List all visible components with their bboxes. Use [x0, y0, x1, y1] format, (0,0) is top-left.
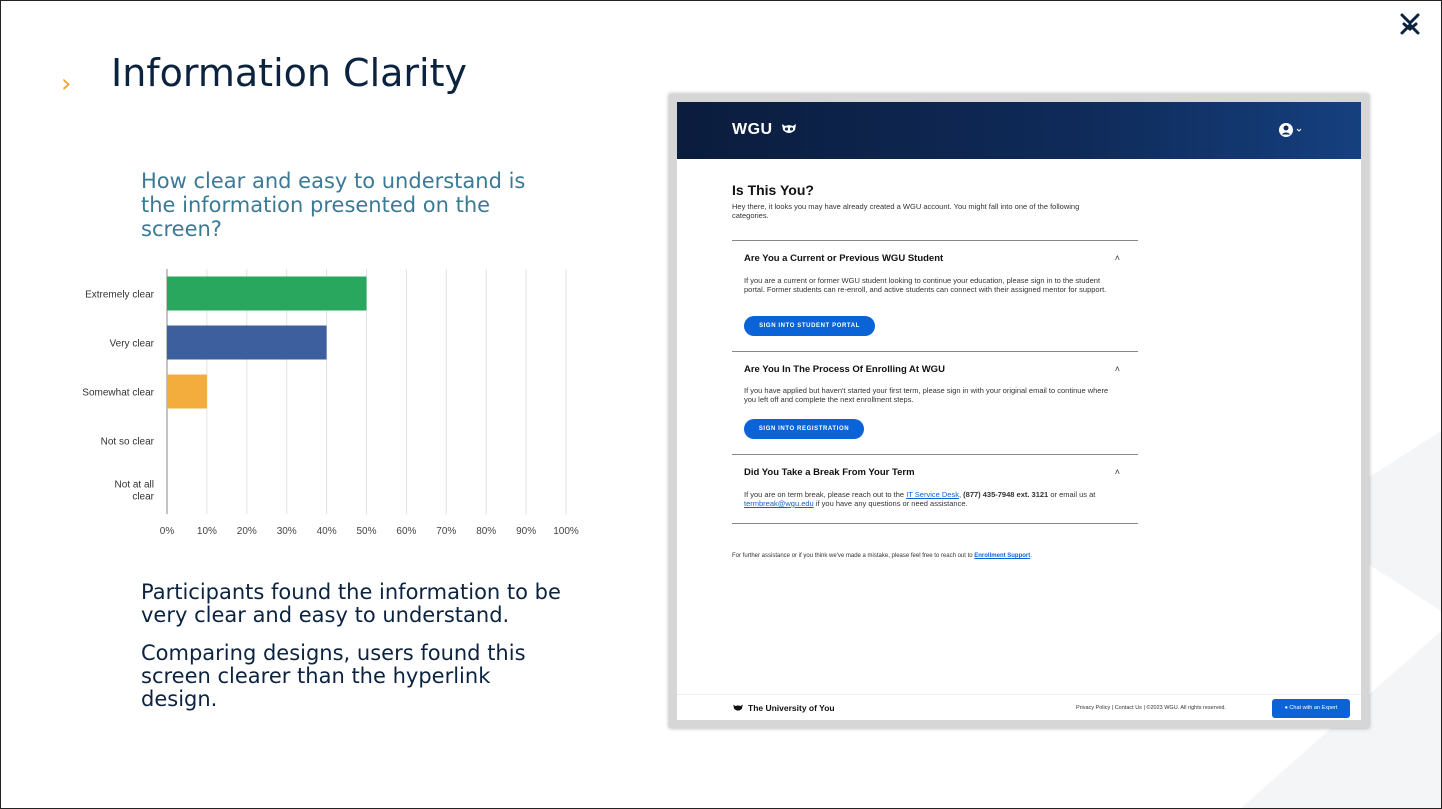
- chevron-right-icon: ›: [61, 69, 72, 99]
- takeaway-1: Participants found the information to be…: [141, 580, 561, 627]
- x-tick-label: 20%: [237, 526, 257, 537]
- registration-button[interactable]: SIGN INTO REGISTRATION: [744, 419, 864, 439]
- owl-logo-icon: [781, 124, 796, 133]
- accordion-title[interactable]: Are You In The Process Of Enrolling At W…: [744, 364, 945, 375]
- termbreak-email-link[interactable]: termbreak@wgu.edu: [744, 499, 814, 508]
- footer-brand-text: The University of You: [748, 703, 835, 713]
- x-tick-label: 60%: [396, 526, 416, 537]
- wgu-logo[interactable]: WGU: [732, 121, 797, 139]
- site-header: WGU: [677, 102, 1361, 159]
- body-text: or email us at: [1048, 490, 1096, 499]
- chat-label: Chat with an Expert: [1289, 705, 1338, 711]
- slide: › Information Clarity How clear and easy…: [0, 0, 1442, 809]
- enrollment-support-link[interactable]: Enrollment Support: [974, 553, 1030, 559]
- body-text: For further assistance or if you think w…: [732, 553, 975, 559]
- x-tick-label: 90%: [516, 526, 536, 537]
- bar-chart: 0% 10% 20% 30% 40% 50% 60% 70% 80% 90% 100% Extreme…: [61, 261, 601, 551]
- chevron-up-icon[interactable]: ˄: [1115, 253, 1120, 263]
- body-text: If you are on term break, please reach o…: [744, 490, 907, 499]
- x-tick-label: 70%: [436, 526, 456, 537]
- x-tick-label: 30%: [277, 526, 297, 537]
- bar: [167, 276, 367, 311]
- accordion-enrolling[interactable]: Are You In The Process Of Enrolling At W…: [732, 351, 1138, 454]
- x-tick-label: 40%: [317, 526, 337, 537]
- website-page: WGU Is This You? Hey there, it looks you…: [677, 102, 1361, 720]
- accordion-title[interactable]: Did You Take a Break From Your Term: [744, 467, 915, 478]
- footer-links[interactable]: Privacy Policy | Contact Us | ©2023 WGU.…: [1076, 705, 1226, 711]
- website-screenshot: WGU Is This You? Hey there, it looks you…: [669, 94, 1369, 728]
- chevron-up-icon[interactable]: ˄: [1115, 364, 1120, 374]
- slide-title: Information Clarity: [111, 51, 467, 95]
- accordion-body: If you are on term break, please reach o…: [744, 490, 1114, 508]
- category-label: Very clear: [110, 339, 155, 350]
- main-content: Is This You? Hey there, it looks you may…: [732, 182, 1142, 559]
- footer-brand: The University of You: [732, 703, 835, 713]
- account-menu[interactable]: [1278, 122, 1306, 143]
- student-portal-button[interactable]: SIGN INTO STUDENT PORTAL: [744, 316, 875, 336]
- category-label: Somewhat clear: [82, 388, 154, 399]
- accordion-body: If you are a current or former WGU stude…: [744, 276, 1107, 294]
- chevron-up-icon[interactable]: ˄: [1115, 467, 1120, 477]
- x-tick-label: 10%: [197, 526, 217, 537]
- company-logo-icon: [1400, 13, 1420, 35]
- logo-text: WGU: [732, 121, 773, 138]
- accordion-body: If you have applied but haven't started …: [744, 386, 1109, 404]
- phone-number: (877) 435-7948 ext. 3121: [963, 490, 1049, 499]
- accordion-student[interactable]: Are You a Current or Previous WGU Studen…: [732, 240, 1138, 351]
- accordion-term-break[interactable]: Did You Take a Break From Your Term ˄ If…: [732, 454, 1138, 524]
- it-service-desk-link[interactable]: IT Service Desk: [906, 490, 959, 499]
- accordion-title[interactable]: Are You a Current or Previous WGU Studen…: [744, 253, 943, 264]
- further-assistance-text: For further assistance or if you think w…: [732, 553, 1142, 559]
- body-text: if you have any questions or need assist…: [813, 499, 968, 508]
- site-footer: The University of You Privacy Policy | C…: [677, 694, 1361, 720]
- bar: [167, 374, 207, 409]
- bar: [167, 325, 327, 360]
- category-label: Not at all: [115, 480, 154, 491]
- x-tick-label: 80%: [476, 526, 496, 537]
- intro-text: Hey there, it looks you may have already…: [732, 202, 1080, 220]
- user-account-icon: [1279, 123, 1302, 137]
- category-label: Extremely clear: [85, 290, 155, 301]
- x-tick-label: 0%: [160, 526, 175, 537]
- x-tick-label: 50%: [356, 526, 376, 537]
- owl-logo-icon: [733, 704, 743, 711]
- category-label: Not so clear: [101, 437, 155, 448]
- category-label: clear: [132, 492, 154, 503]
- takeaway-2: Comparing designs, users found this scre…: [141, 641, 526, 711]
- page-heading: Is This You?: [732, 182, 814, 198]
- x-tick-label: 100%: [553, 526, 579, 537]
- chat-with-expert-button[interactable]: ● Chat with an Expert: [1272, 699, 1350, 718]
- survey-question: How clear and easy to understand is the …: [141, 169, 526, 241]
- body-text: .: [1030, 553, 1032, 559]
- chat-icon: ●: [1284, 705, 1288, 711]
